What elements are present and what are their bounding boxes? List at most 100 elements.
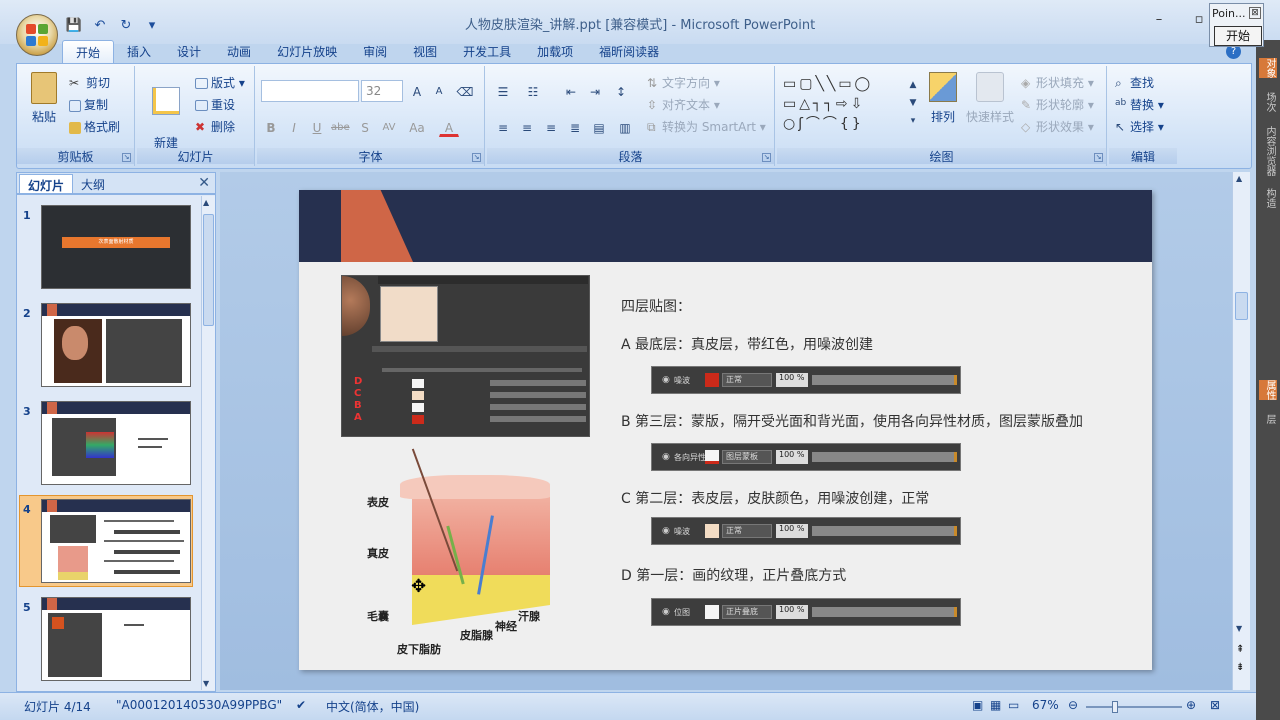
shape-outline-button[interactable]: ✎ 形状轮廓 ▾ — [1021, 96, 1094, 114]
change-case-button[interactable]: Aa — [407, 117, 427, 137]
panel-close-icon[interactable]: ✕ — [198, 175, 210, 191]
drawing-launcher-icon[interactable]: ↘ — [1094, 153, 1103, 162]
slide-4[interactable]: DCBA 表皮 真皮 毛囊 皮下脂肪 皮脂腺 神经 汗腺 ✥ 四层贴图： A 最… — [299, 190, 1152, 670]
slide-sorter-icon[interactable]: ▦ — [990, 698, 1001, 712]
bullets-icon[interactable]: ☰ — [493, 81, 513, 101]
shapes-scroll-up-icon[interactable]: ▲ — [903, 74, 923, 94]
strip-tab-layer[interactable]: 层 — [1259, 414, 1277, 424]
tab-addins[interactable]: 加载项 — [524, 40, 586, 64]
strip-tab-object[interactable]: 对象 — [1259, 58, 1277, 78]
tab-home[interactable]: 开始 — [62, 40, 115, 64]
char-spacing-button[interactable]: AV — [379, 117, 399, 137]
select-button[interactable]: ↖ 选择 ▾ — [1115, 118, 1164, 136]
thumbnail-scroll-thumb[interactable] — [203, 214, 214, 326]
zoom-level[interactable]: 67% — [1032, 698, 1059, 712]
point-widget-start-button[interactable]: 开始 — [1214, 26, 1262, 46]
language-indicator[interactable]: 中文(简体，中国) — [326, 698, 419, 715]
shape-fill-button[interactable]: ◈ 形状填充 ▾ — [1021, 74, 1094, 92]
distributed-icon[interactable]: ▤ — [589, 117, 609, 137]
font-name-combobox[interactable] — [261, 80, 359, 102]
layout-button[interactable]: 版式 ▾ — [195, 74, 245, 91]
bold-button[interactable]: B — [261, 117, 281, 137]
shadow-button[interactable]: S — [355, 117, 375, 137]
clipboard-launcher-icon[interactable]: ↘ — [122, 153, 131, 162]
tab-foxit[interactable]: 福昕阅读器 — [586, 40, 672, 64]
strip-tab-attributes[interactable]: 属性 — [1259, 380, 1277, 400]
office-button[interactable] — [16, 14, 58, 56]
shapes-gallery[interactable]: ▭▢╲╲▭◯ ▭△┐┐⇨⇩ ○ʃ⌒⌒{} — [783, 74, 913, 134]
strip-tab-scene[interactable]: 场次 — [1259, 92, 1277, 112]
decrease-indent-icon[interactable]: ⇤ — [561, 81, 581, 101]
underline-button[interactable]: U — [307, 117, 327, 137]
normal-view-icon[interactable]: ▣ — [972, 698, 983, 712]
replace-button[interactable]: ab 替换 ▾ — [1115, 96, 1164, 114]
convert-smartart-button[interactable]: ⧉ 转换为 SmartArt ▾ — [647, 118, 766, 136]
zoom-in-icon[interactable]: ⊕ — [1186, 698, 1196, 712]
redo-icon[interactable]: ↻ — [116, 16, 136, 34]
fit-to-window-icon[interactable]: ⊠ — [1210, 698, 1220, 712]
font-launcher-icon[interactable]: ↘ — [472, 153, 481, 162]
tab-animation[interactable]: 动画 — [214, 40, 264, 64]
zoom-slider[interactable] — [1086, 701, 1182, 713]
tab-review[interactable]: 审阅 — [350, 40, 400, 64]
shapes-more-icon[interactable]: ▾ — [903, 110, 923, 130]
strip-tab-construct[interactable]: 构造 — [1259, 188, 1277, 208]
slide-thumb-2[interactable] — [41, 303, 191, 387]
next-slide-icon[interactable]: ⇟ — [1236, 662, 1244, 673]
slide-thumb-1[interactable]: 次表面散射材质 — [41, 205, 191, 289]
slide-thumb-5[interactable] — [41, 597, 191, 681]
canvas-scroll-thumb[interactable] — [1235, 292, 1248, 320]
minimize-button[interactable]: – — [1148, 12, 1170, 30]
thumbnail-scrollbar[interactable]: ▲ ▼ — [201, 196, 215, 690]
scroll-up-icon[interactable]: ▲ — [203, 198, 209, 207]
font-size-combobox[interactable]: 32 — [361, 80, 403, 102]
numbering-icon[interactable]: ☷ — [523, 81, 543, 101]
clear-format-icon[interactable]: ⌫ — [455, 81, 475, 101]
zoom-out-icon[interactable]: ⊖ — [1068, 698, 1078, 712]
shrink-font-button[interactable]: A — [429, 81, 449, 101]
tab-developer[interactable]: 开发工具 — [450, 40, 524, 64]
tab-insert[interactable]: 插入 — [114, 40, 164, 64]
slide-thumb-3[interactable] — [41, 401, 191, 485]
font-color-button[interactable]: A — [439, 117, 459, 137]
arrange-button[interactable]: 排列 — [923, 72, 963, 125]
scroll-down-icon[interactable]: ▼ — [203, 679, 209, 688]
strikethrough-button[interactable]: abe — [330, 117, 350, 137]
tab-slides-panel[interactable]: 幻灯片 — [19, 174, 74, 193]
quick-styles-button[interactable]: 快速样式 — [965, 72, 1015, 125]
format-painter-button[interactable]: 格式刷 — [69, 118, 120, 135]
previous-slide-icon[interactable]: ⇞ — [1236, 644, 1244, 655]
scroll-down-icon[interactable]: ▼ — [1236, 624, 1242, 633]
maximize-button[interactable]: ▫ — [1188, 12, 1210, 30]
shapes-scroll-down-icon[interactable]: ▼ — [903, 92, 923, 112]
cut-button[interactable]: ✂ 剪切 — [69, 74, 110, 92]
point-widget-close-button[interactable]: ⊠ — [1249, 7, 1261, 19]
slideshow-view-icon[interactable]: ▭ — [1008, 698, 1019, 712]
align-right-icon[interactable]: ≡ — [541, 117, 561, 137]
grow-font-button[interactable]: A — [407, 81, 427, 101]
shape-effects-button[interactable]: ◇ 形状效果 ▾ — [1021, 118, 1094, 136]
align-text-button[interactable]: ⇳ 对齐文本 ▾ — [647, 96, 720, 114]
canvas-scrollbar[interactable]: ▲ ▼ ⇞ ⇟ — [1232, 172, 1250, 690]
spell-check-icon[interactable]: ✔ — [296, 698, 306, 712]
italic-button[interactable]: I — [284, 117, 304, 137]
find-button[interactable]: ⌕ 查找 — [1115, 74, 1154, 92]
paragraph-launcher-icon[interactable]: ↘ — [762, 153, 771, 162]
tab-design[interactable]: 设计 — [164, 40, 214, 64]
columns-icon[interactable]: ▥ — [615, 117, 635, 137]
slide-thumb-4[interactable] — [41, 499, 191, 583]
tab-slideshow[interactable]: 幻灯片放映 — [264, 40, 350, 64]
customize-qat-icon[interactable]: ▾ — [142, 16, 162, 34]
undo-icon[interactable]: ↶ — [90, 16, 110, 34]
tab-outline-panel[interactable]: 大纲 — [73, 174, 113, 193]
line-spacing-icon[interactable]: ↕ — [611, 81, 631, 101]
increase-indent-icon[interactable]: ⇥ — [585, 81, 605, 101]
scroll-up-icon[interactable]: ▲ — [1236, 174, 1242, 183]
tab-view[interactable]: 视图 — [400, 40, 450, 64]
align-left-icon[interactable]: ≡ — [493, 117, 513, 137]
reset-button[interactable]: 重设 — [195, 96, 235, 113]
strip-tab-content-browser[interactable]: 内容浏览器 — [1259, 126, 1277, 176]
paste-button[interactable]: 粘贴 — [25, 72, 63, 125]
copy-button[interactable]: 复制 — [69, 96, 108, 113]
text-direction-button[interactable]: ⇅ 文字方向 ▾ — [647, 74, 720, 92]
